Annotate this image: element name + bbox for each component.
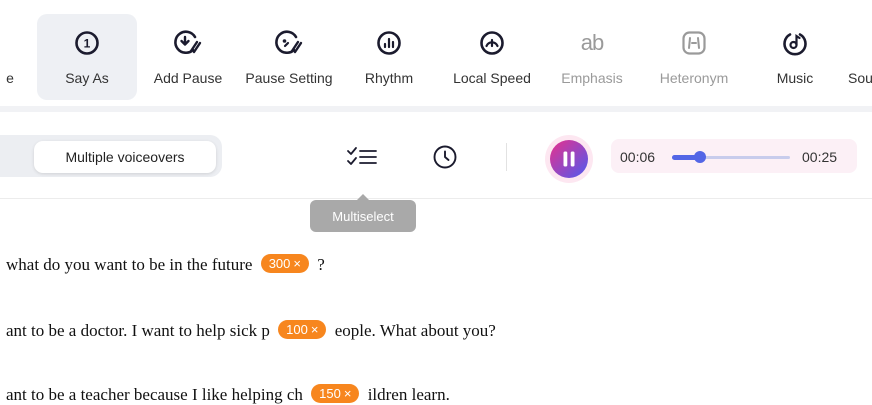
local-speed-icon: [479, 28, 505, 58]
emphasis-icon: ab: [580, 28, 605, 58]
toolbar-item-label: Rhythm: [364, 70, 414, 86]
rhythm-icon: [376, 28, 402, 58]
toolbar-item-pause-setting[interactable]: Pause Setting: [238, 14, 340, 100]
pause-badge-value: 300: [268, 256, 291, 271]
toolbar-item-heteronym[interactable]: Heteronym: [648, 14, 740, 100]
text-line: what do you want to be in the future 300…: [6, 254, 325, 275]
pause-badge-value: 100: [286, 322, 308, 337]
toolbar-item-partial-left[interactable]: e: [0, 14, 22, 100]
toolbar-item-emphasis[interactable]: ab Emphasis: [552, 14, 632, 100]
multiselect-icon[interactable]: [344, 140, 380, 174]
toolbar-item-label: Pause Setting: [245, 70, 333, 86]
toolbar-item-rhythm[interactable]: Rhythm: [356, 14, 422, 100]
close-icon[interactable]: ×: [311, 322, 319, 337]
toolbar-item-label: Say As: [65, 70, 109, 86]
toolbar-item-partial-right[interactable]: Sou: [848, 14, 872, 100]
say-as-glyph: 1: [84, 37, 91, 51]
toolbar-item-local-speed[interactable]: Local Speed: [444, 14, 540, 100]
toolbar-divider: [0, 106, 872, 112]
heteronym-icon: [681, 28, 707, 58]
text-segment[interactable]: ant to be a teacher because I like helpi…: [6, 385, 303, 404]
toolbar-item-label: Music: [776, 70, 814, 86]
control-bar: Multiple voiceovers 00:06 00:25: [0, 118, 872, 198]
multiselect-tooltip: Multiselect: [310, 194, 416, 232]
toolbar-item-music[interactable]: Music: [766, 14, 824, 100]
emphasis-glyph: ab: [580, 30, 605, 55]
text-segment[interactable]: ildren learn.: [368, 385, 450, 404]
add-pause-icon: [173, 28, 203, 58]
pause-icon: [563, 151, 568, 167]
control-divider: [506, 143, 507, 171]
toolbar-item-add-pause[interactable]: Add Pause: [145, 14, 231, 100]
toolbar-item-label: Add Pause: [153, 70, 223, 86]
toolbar-item-label: e: [6, 70, 14, 86]
pause-badge[interactable]: 300 ×: [260, 254, 309, 273]
text-line: ant to be a doctor. I want to help sick …: [6, 320, 496, 341]
text-segment[interactable]: eople. What about you?: [335, 321, 496, 340]
pause-setting-icon: [274, 28, 304, 58]
text-segment[interactable]: ant to be a doctor. I want to help sick …: [6, 321, 270, 340]
toolbar-item-label: Emphasis: [561, 70, 623, 86]
current-time: 00:06: [620, 149, 656, 165]
text-segment[interactable]: what do you want to be in the future: [6, 255, 252, 274]
music-icon: [782, 28, 808, 58]
pause-badge-value: 150: [319, 386, 341, 401]
text-segment[interactable]: ?: [317, 255, 325, 274]
multiple-voiceovers-button[interactable]: Multiple voiceovers: [34, 141, 216, 173]
toolbar-item-label: Heteronym: [659, 70, 729, 86]
pause-badge[interactable]: 150 ×: [311, 384, 360, 403]
clock-icon[interactable]: [430, 142, 460, 172]
close-icon[interactable]: ×: [344, 386, 352, 401]
pause-badge[interactable]: 100 ×: [278, 320, 327, 339]
progress-handle[interactable]: [694, 151, 706, 163]
toolbar-item-label: Sou: [848, 70, 872, 86]
pause-button[interactable]: [544, 134, 594, 184]
toolbar-item-say-as[interactable]: 1 Say As: [37, 14, 137, 100]
content-divider: [0, 198, 872, 199]
close-icon[interactable]: ×: [293, 256, 301, 271]
ssml-toolbar: e 1 Say As Add Pause Pause Setting Rhyth…: [0, 0, 872, 108]
toolbar-item-label: Local Speed: [453, 70, 531, 86]
say-as-icon: 1: [74, 28, 100, 58]
total-time: 00:25: [802, 149, 838, 165]
